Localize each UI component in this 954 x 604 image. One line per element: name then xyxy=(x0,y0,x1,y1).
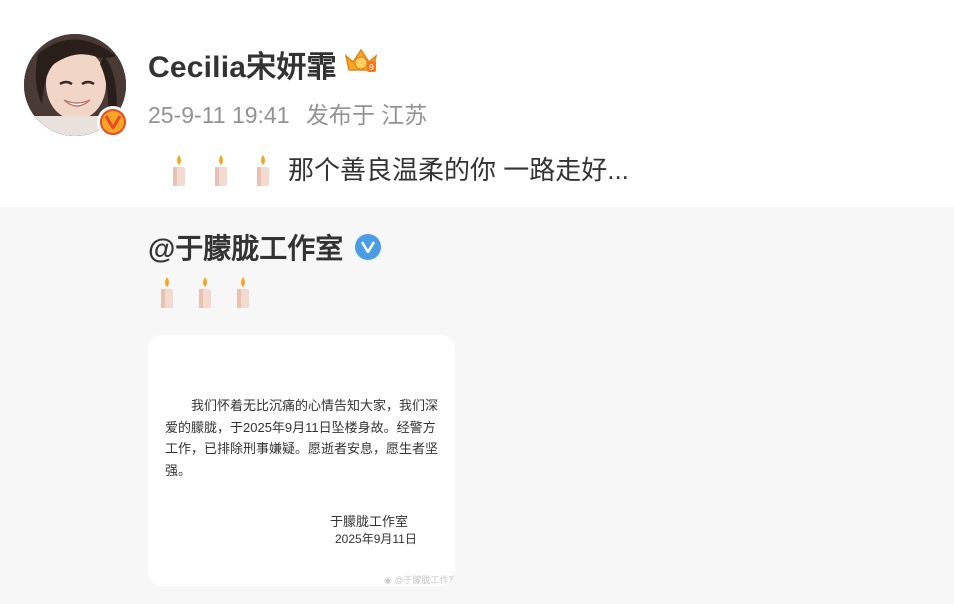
repost-username[interactable]: @于朦胧工作室 xyxy=(148,227,343,267)
post-content: 那个善良温柔的你 一路走好... xyxy=(158,150,629,187)
svg-text:9: 9 xyxy=(369,63,374,72)
repost-content xyxy=(148,273,262,309)
post-username[interactable]: Cecilia宋妍霏 xyxy=(148,42,337,86)
notice-signature: 于朦胧工作室 xyxy=(330,514,409,529)
candle-emoji-icon xyxy=(158,151,200,187)
notice-image[interactable]: 我们怀着无比沉痛的心情告知大家，我们深爱的朦胧，于2025年9月11日坠楼身故。… xyxy=(148,335,455,586)
verified-badge-icon xyxy=(97,106,129,138)
candle-emoji-icon xyxy=(200,151,242,187)
post-timestamp[interactable]: 25-9-11 19:41 xyxy=(148,102,290,128)
post-text: 那个善良温柔的你 一路走好... xyxy=(288,155,629,185)
candle-emoji-icon xyxy=(224,273,262,309)
weibo-logo-icon: ◉ xyxy=(384,575,392,585)
notice-date: 2025年9月11日 xyxy=(335,532,417,546)
repost-container[interactable]: @于朦胧工作室 我们怀着无比沉痛的心情告知大家，我们深爱的朦胧，于2025年9月… xyxy=(0,207,954,604)
crown-icon: 9 xyxy=(342,44,380,81)
notice-watermark: ◉ @于朦胧工作室 xyxy=(384,573,455,586)
post-location: 发布于 江苏 xyxy=(305,102,428,128)
watermark-text: @于朦胧工作室 xyxy=(394,575,455,585)
repost-username-row: @于朦胧工作室 xyxy=(148,227,382,267)
post-header: Cecilia宋妍霏 9 25-9-11 19:41 发布于 江苏 那个善良温柔… xyxy=(0,0,954,207)
candle-emoji-icon xyxy=(242,151,284,187)
verified-blue-icon xyxy=(355,234,382,260)
post-meta: 25-9-11 19:41 发布于 江苏 xyxy=(148,96,437,130)
notice-body: 我们怀着无比沉痛的心情告知大家，我们深爱的朦胧，于2025年9月11日坠楼身故。… xyxy=(165,398,439,478)
candle-emoji-icon xyxy=(148,273,186,309)
candle-emoji-icon xyxy=(186,273,224,309)
